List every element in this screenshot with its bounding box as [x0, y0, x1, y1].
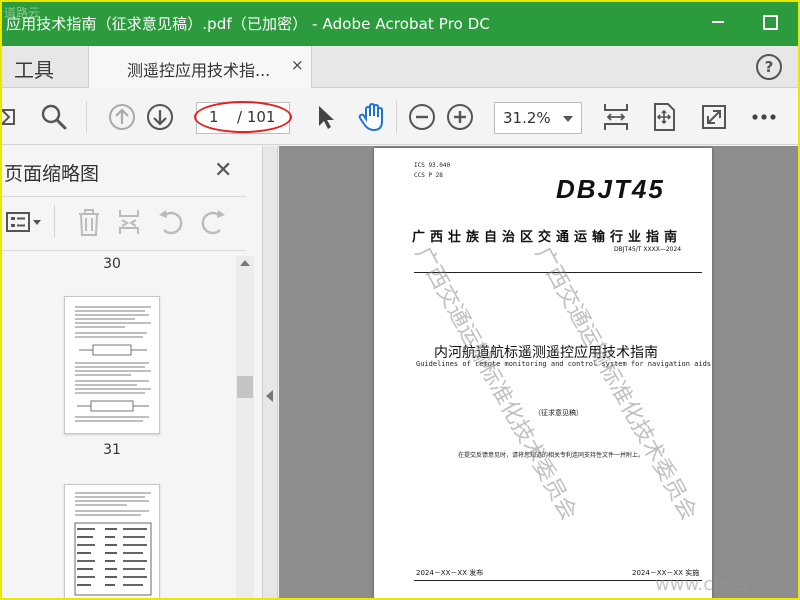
standard-code-large: DBJT45	[556, 174, 665, 204]
rotate-left-icon[interactable]	[156, 207, 186, 237]
maximize-button[interactable]	[756, 8, 784, 36]
scroll-thumb[interactable]	[237, 376, 253, 398]
thumbnail-label: 31	[103, 442, 121, 458]
help-icon[interactable]: ?	[756, 54, 782, 80]
tab-tools[interactable]: 工具	[14, 54, 54, 83]
watermark-url: www.cnda	[655, 574, 747, 595]
close-icon[interactable]: ✕	[214, 158, 232, 183]
panel-toolbar	[0, 197, 246, 247]
previous-page-icon[interactable]	[106, 101, 138, 133]
draft-label: （征求意见稿）	[534, 409, 583, 417]
chevron-down-icon	[563, 116, 573, 122]
zoom-value: 31.2%	[503, 109, 551, 127]
more-options-icon[interactable]	[748, 101, 780, 133]
window-title: 应用技术指南（征求意见稿）.pdf（已加密） - Adobe Acrobat P…	[6, 15, 490, 33]
thumbnail-panel: 页面缩略图 ✕ 30 31	[0, 146, 262, 600]
insert-page-icon[interactable]	[114, 207, 144, 237]
collapse-panel-icon[interactable]	[266, 390, 273, 402]
scroll-up-icon[interactable]	[240, 260, 250, 266]
panel-divider	[54, 205, 55, 237]
publish-date: 2024－XX－XX 发布	[416, 569, 484, 577]
mail-icon[interactable]	[0, 101, 32, 133]
select-tool-icon[interactable]	[310, 101, 342, 133]
zoom-level-select[interactable]: 31.2%	[494, 102, 582, 134]
trash-icon[interactable]	[74, 207, 104, 237]
standard-number: DBJT45/T XXXX—2024	[614, 246, 682, 253]
pdf-page: ICS 93.040 CCS P 28 DBJT45 广西壮族自治区交通运输行业…	[374, 148, 712, 600]
panel-scrollbar[interactable]	[236, 256, 254, 600]
panel-title: 页面缩略图	[4, 163, 100, 185]
tab-close-icon[interactable]: ×	[291, 56, 304, 74]
thumbnail-content	[74, 492, 152, 596]
panel-splitter[interactable]	[262, 146, 278, 600]
title-bar: 道路云 应用技术指南（征求意见稿）.pdf（已加密） - Adobe Acrob…	[0, 0, 800, 46]
toolbar: 1 / 101 31.2%	[0, 89, 800, 145]
search-icon[interactable]	[38, 101, 70, 133]
full-screen-icon[interactable]	[698, 101, 730, 133]
fit-page-icon[interactable]	[648, 101, 680, 133]
thumbnail-label: 30	[103, 256, 121, 272]
panel-divider	[0, 250, 246, 251]
annotation-highlight-oval	[194, 101, 292, 133]
standard-category-title: 广西壮族自治区交通运输行业指南	[412, 230, 683, 245]
next-page-icon[interactable]	[144, 101, 176, 133]
minimize-button[interactable]	[704, 8, 732, 36]
page-thumbnail[interactable]	[64, 484, 160, 600]
toolbar-divider	[396, 101, 397, 133]
tab-document[interactable]: 测遥控应用技术指... ×	[88, 46, 312, 88]
tab-bar: 工具 测遥控应用技术指... × ?	[0, 46, 800, 88]
page-thumbnail[interactable]	[64, 296, 160, 434]
ics-code: ICS 93.040	[414, 162, 451, 169]
document-view[interactable]: ICS 93.040 CCS P 28 DBJT45 广西壮族自治区交通运输行业…	[279, 146, 800, 600]
zoom-out-icon[interactable]	[406, 101, 438, 133]
document-english-title: Guidelines of remote monitoring and cont…	[416, 360, 712, 368]
rotate-right-icon[interactable]	[198, 207, 228, 237]
toolbar-divider	[86, 101, 87, 133]
options-menu-icon[interactable]	[4, 207, 44, 237]
ccs-code: CCS P 28	[414, 172, 443, 179]
hand-tool-icon[interactable]	[356, 101, 388, 133]
page-scroll-icon[interactable]	[600, 101, 632, 133]
thumbnail-content	[75, 306, 151, 422]
tab-document-label: 测遥控应用技术指...	[127, 61, 271, 80]
zoom-in-icon[interactable]	[444, 101, 476, 133]
